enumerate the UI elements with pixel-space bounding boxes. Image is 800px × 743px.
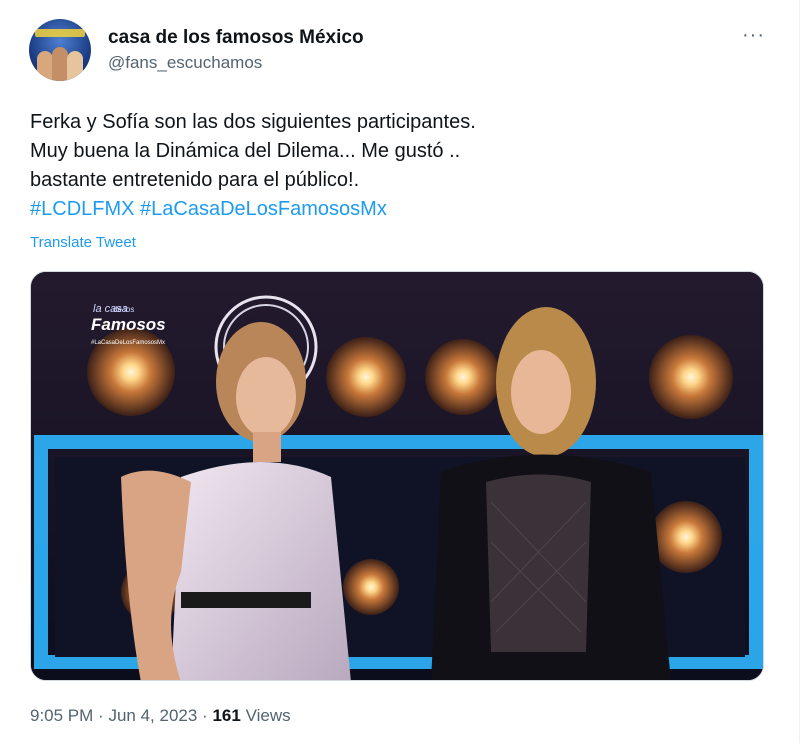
avatar-figure	[52, 47, 68, 81]
hashtag-line: #LCDLFMX #LaCasaDeLosFamososMx	[30, 195, 770, 224]
translate-tweet-link[interactable]: Translate Tweet	[30, 234, 136, 251]
hashtag-link[interactable]: #LaCasaDeLosFamososMx	[140, 198, 387, 220]
avatar-figure	[37, 51, 53, 81]
tweet-text-line: Ferka y Sofía son las dos siguientes par…	[30, 111, 476, 133]
tweet-date[interactable]: Jun 4, 2023	[108, 706, 197, 725]
display-name[interactable]: casa de los famosos México	[108, 27, 364, 49]
tweet-media-image[interactable]: la casa de los Famosos #LaCasaDeLosFamos…	[30, 271, 764, 681]
meta-separator: ·	[98, 706, 104, 725]
views-count: 161	[212, 706, 241, 725]
tweet-card: casa de los famosos México @fans_escucha…	[0, 0, 800, 743]
tweet-text-line: bastante entretenido para el público!.	[30, 169, 360, 191]
tweet-meta: 9:05 PM · Jun 4, 2023 · 161 Views	[30, 706, 291, 726]
hashtag-link[interactable]: #LCDLFMX	[30, 198, 134, 220]
avatar[interactable]	[29, 19, 91, 81]
meta-separator: ·	[202, 706, 208, 725]
media-logo-text: de los	[113, 305, 134, 314]
more-options-icon[interactable]: ···	[742, 24, 765, 47]
tweet-time[interactable]: 9:05 PM	[30, 706, 93, 725]
tweet-text: Ferka y Sofía son las dos siguientes par…	[30, 108, 770, 224]
views-label: Views	[245, 706, 291, 725]
media-logo-hashtag: #LaCasaDeLosFamososMx	[91, 340, 165, 346]
tweet-text-line: Muy buena la Dinámica del Dilema... Me g…	[30, 140, 461, 162]
avatar-figure	[67, 51, 83, 81]
media-photo: la casa de los Famosos #LaCasaDeLosFamos…	[31, 272, 763, 680]
avatar-banner	[35, 29, 85, 37]
media-logo-title: Famosos	[91, 315, 166, 334]
user-handle[interactable]: @fans_escuchamos	[108, 53, 262, 73]
